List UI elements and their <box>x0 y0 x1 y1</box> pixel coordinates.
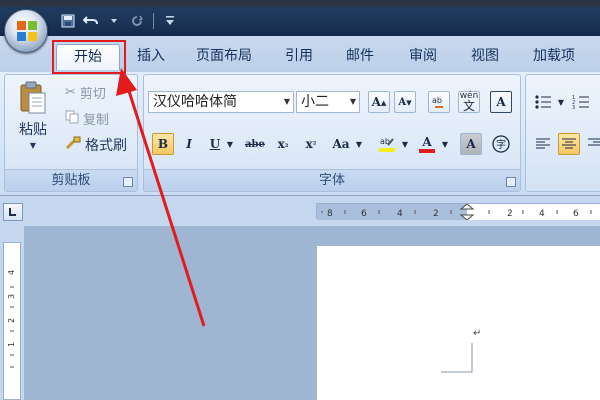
word-window: 开始 插入 页面布局 引用 邮件 审阅 视图 加载项 粘贴 ▼ ✂ 剪切 复制 … <box>0 0 600 400</box>
annotation-arrow <box>116 68 206 327</box>
